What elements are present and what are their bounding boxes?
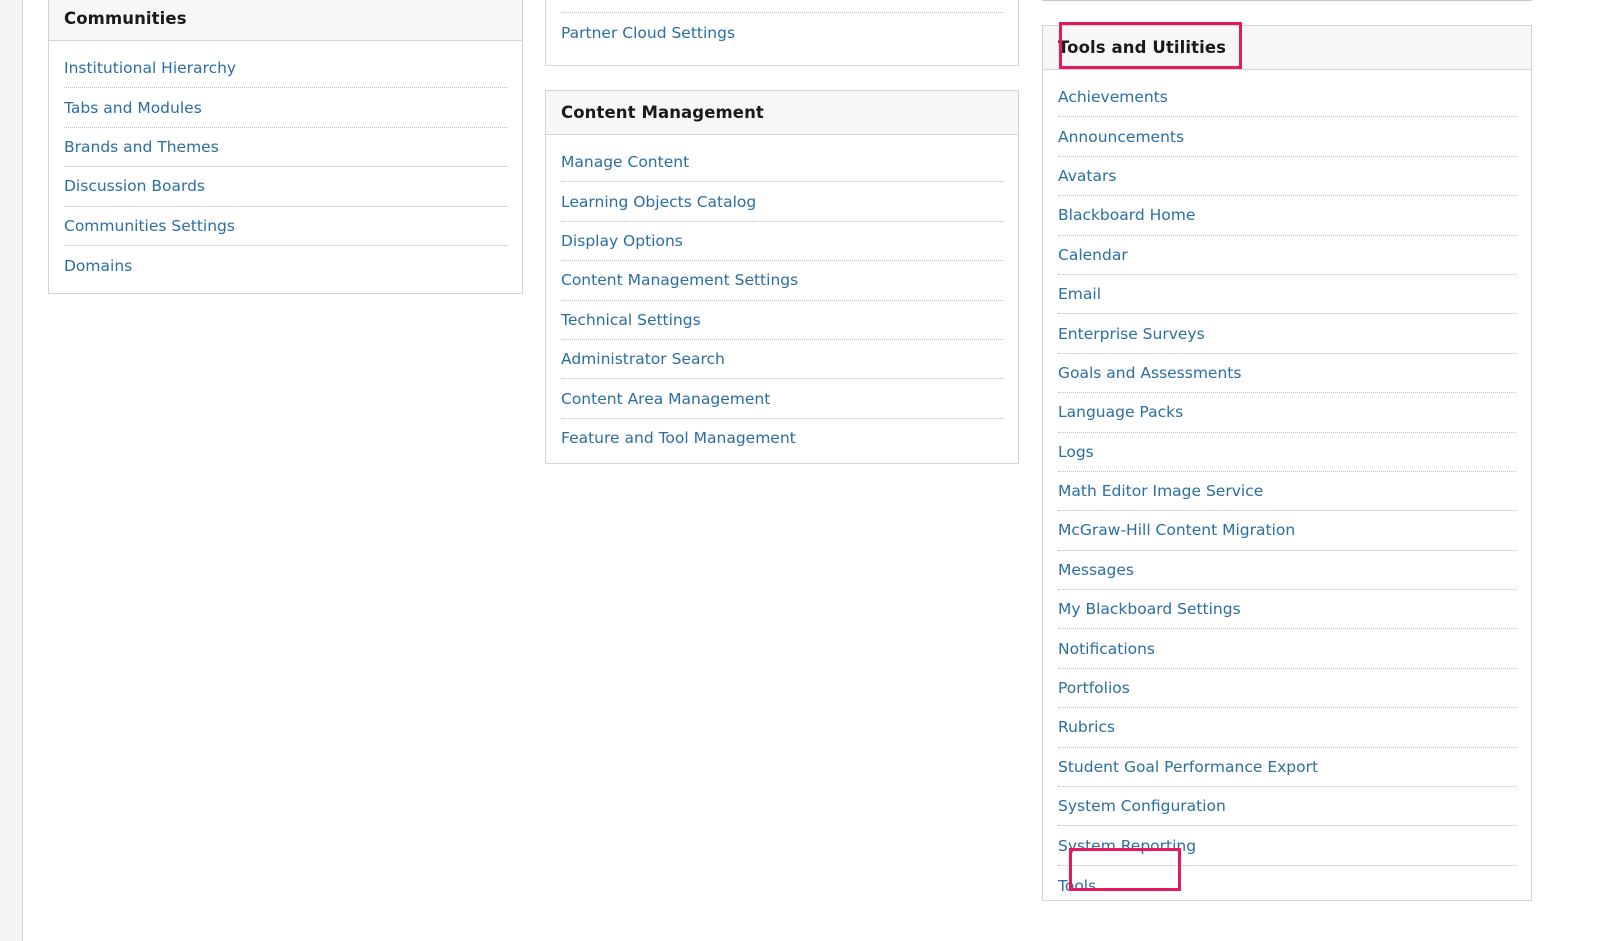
- cloud-module: ​ Partner Cloud Settings: [545, 0, 1019, 66]
- link-manage-content[interactable]: Manage Content: [561, 153, 689, 171]
- list-item: Administrator Search: [561, 340, 1003, 380]
- link-discussion-boards[interactable]: Discussion Boards: [64, 177, 205, 195]
- section-divider: [1042, 0, 1532, 1]
- link-institutional-hierarchy[interactable]: Institutional Hierarchy: [64, 59, 236, 77]
- list-item: Tabs and Modules: [64, 88, 507, 128]
- list-item: Announcements: [1058, 117, 1516, 157]
- list-item: Domains: [64, 246, 507, 285]
- link-administrator-search[interactable]: Administrator Search: [561, 350, 725, 368]
- link-blackboard-home[interactable]: Blackboard Home: [1058, 206, 1195, 224]
- list-item: Display Options: [561, 222, 1003, 262]
- list-item: My Blackboard Settings: [1058, 590, 1516, 630]
- link-tools[interactable]: Tools: [1058, 877, 1096, 895]
- link-enterprise-surveys[interactable]: Enterprise Surveys: [1058, 325, 1205, 343]
- list-item: Blackboard Home: [1058, 196, 1516, 236]
- list-item: Notifications: [1058, 629, 1516, 669]
- list-item: ​: [561, 0, 1003, 13]
- link-goals-and-assessments[interactable]: Goals and Assessments: [1058, 364, 1241, 382]
- admin-panel-page: Communities Institutional Hierarchy Tabs…: [22, 0, 1600, 941]
- link-logs[interactable]: Logs: [1058, 443, 1094, 461]
- list-item: Partner Cloud Settings: [561, 13, 1003, 52]
- list-item: Feature and Tool Management: [561, 419, 1003, 458]
- list-item: Rubrics: [1058, 708, 1516, 748]
- link-announcements[interactable]: Announcements: [1058, 128, 1184, 146]
- list-item: System Reporting: [1058, 826, 1516, 866]
- link-communities-settings[interactable]: Communities Settings: [64, 217, 235, 235]
- link-feature-and-tool-management[interactable]: Feature and Tool Management: [561, 429, 796, 447]
- link-language-packs[interactable]: Language Packs: [1058, 403, 1183, 421]
- list-item: Portfolios: [1058, 669, 1516, 709]
- link-email[interactable]: Email: [1058, 285, 1101, 303]
- link-notifications[interactable]: Notifications: [1058, 640, 1155, 658]
- list-item: Language Packs: [1058, 393, 1516, 433]
- cloud-link-list: ​ Partner Cloud Settings: [546, 0, 1018, 52]
- content-management-module-title: Content Management: [561, 103, 764, 122]
- list-item: Messages: [1058, 551, 1516, 591]
- list-item: Communities Settings: [64, 207, 507, 246]
- list-item: Content Management Settings: [561, 261, 1003, 301]
- link-messages[interactable]: Messages: [1058, 561, 1134, 579]
- link-avatars[interactable]: Avatars: [1058, 167, 1116, 185]
- communities-module-header: Communities: [49, 0, 522, 41]
- tools-and-utilities-module-header: Tools and Utilities: [1043, 26, 1531, 70]
- list-item: System Configuration: [1058, 787, 1516, 827]
- list-item: Brands and Themes: [64, 128, 507, 168]
- link-brands-and-themes[interactable]: Brands and Themes: [64, 138, 219, 156]
- list-item: Goals and Assessments: [1058, 354, 1516, 394]
- link-system-reporting[interactable]: System Reporting: [1058, 837, 1196, 855]
- link-partner-cloud-settings[interactable]: Partner Cloud Settings: [561, 24, 735, 42]
- link-student-goal-performance-export[interactable]: Student Goal Performance Export: [1058, 758, 1318, 776]
- link-learning-objects-catalog[interactable]: Learning Objects Catalog: [561, 193, 756, 211]
- list-item: Enterprise Surveys: [1058, 314, 1516, 354]
- link-calendar[interactable]: Calendar: [1058, 246, 1128, 264]
- link-achievements[interactable]: Achievements: [1058, 88, 1168, 106]
- link-my-blackboard-settings[interactable]: My Blackboard Settings: [1058, 600, 1241, 618]
- list-item: Technical Settings: [561, 301, 1003, 340]
- list-item: Avatars: [1058, 157, 1516, 197]
- link-portfolios[interactable]: Portfolios: [1058, 679, 1130, 697]
- link-rubrics[interactable]: Rubrics: [1058, 718, 1115, 736]
- list-item: Student Goal Performance Export: [1058, 748, 1516, 788]
- link-display-options[interactable]: Display Options: [561, 232, 683, 250]
- tools-and-utilities-link-list: Achievements Announcements Avatars Black…: [1043, 70, 1531, 905]
- list-item: Math Editor Image Service: [1058, 472, 1516, 512]
- list-item: Logs: [1058, 433, 1516, 472]
- tools-and-utilities-module-title: Tools and Utilities: [1058, 38, 1227, 57]
- communities-module: Communities Institutional Hierarchy Tabs…: [48, 0, 523, 294]
- list-item: Manage Content: [561, 143, 1003, 183]
- list-item: Calendar: [1058, 236, 1516, 275]
- link-technical-settings[interactable]: Technical Settings: [561, 311, 701, 329]
- list-item: Discussion Boards: [64, 167, 507, 207]
- communities-module-title: Communities: [64, 9, 187, 28]
- link-tabs-and-modules[interactable]: Tabs and Modules: [64, 99, 202, 117]
- link-math-editor-image-service[interactable]: Math Editor Image Service: [1058, 482, 1263, 500]
- list-item: Tools: [1058, 866, 1516, 905]
- list-item: McGraw-Hill Content Migration: [1058, 511, 1516, 551]
- content-management-module-header: Content Management: [546, 91, 1018, 135]
- list-item: Content Area Management: [561, 379, 1003, 419]
- link-content-area-management[interactable]: Content Area Management: [561, 390, 770, 408]
- list-item: Email: [1058, 275, 1516, 315]
- list-item: Learning Objects Catalog: [561, 182, 1003, 222]
- list-item: Achievements: [1058, 78, 1516, 118]
- list-item: Institutional Hierarchy: [64, 49, 507, 89]
- content-management-module: Content Management Manage Content Learni…: [545, 90, 1019, 464]
- content-management-link-list: Manage Content Learning Objects Catalog …: [546, 135, 1018, 458]
- link-content-management-settings[interactable]: Content Management Settings: [561, 271, 798, 289]
- communities-link-list: Institutional Hierarchy Tabs and Modules…: [49, 41, 522, 285]
- link-domains[interactable]: Domains: [64, 257, 132, 275]
- tools-and-utilities-module: Tools and Utilities Achievements Announc…: [1042, 25, 1532, 901]
- link-mcgraw-hill-content-migration[interactable]: McGraw-Hill Content Migration: [1058, 521, 1295, 539]
- link-system-configuration[interactable]: System Configuration: [1058, 797, 1226, 815]
